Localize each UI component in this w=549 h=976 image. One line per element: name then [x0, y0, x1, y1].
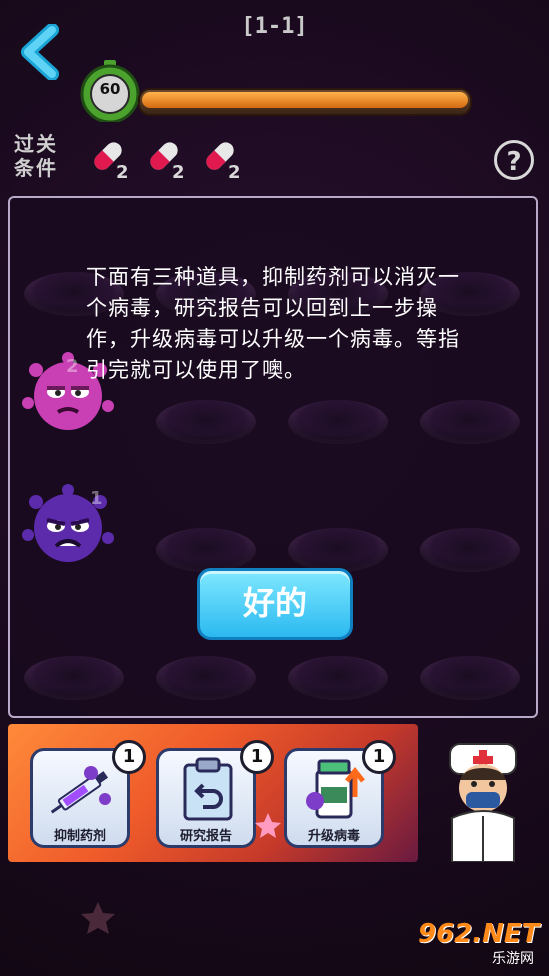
tutorial-dialog-text: 下面有三种道具，抑制药剂可以消灭一个病毒，研究报告可以回到上一步操作，升级病毒可… [86, 265, 460, 382]
tool-label: 研究报告 [179, 829, 232, 844]
pass-conditions-text: 过关 条件 [14, 132, 58, 180]
empty-slot[interactable] [156, 528, 256, 572]
watermark-sub: 乐游网 [492, 951, 534, 967]
doctor-character-icon [449, 743, 517, 862]
syringe-icon [50, 766, 111, 814]
star-icon [81, 902, 115, 934]
time-progress-fill [142, 92, 468, 108]
site-watermark: 962.NET 乐游网 [418, 920, 544, 968]
upgrade-bottle-icon [306, 759, 365, 819]
help-button[interactable]: ? [494, 140, 534, 180]
virus-level: 2 [66, 356, 79, 377]
tool-label: 抑制药剂 [53, 829, 106, 844]
empty-slot[interactable] [420, 656, 520, 700]
empty-slot[interactable] [288, 400, 388, 444]
condition-pills: 2 2 2 [86, 134, 286, 188]
watermark-main: 962.NET [418, 919, 540, 949]
empty-slot[interactable] [156, 400, 256, 444]
pill-count: 2 [228, 162, 241, 183]
ok-button[interactable]: 好的 [197, 568, 353, 640]
pass-conditions-label: 过关 条件 [14, 132, 74, 180]
timer-value: 60 [99, 80, 121, 98]
empty-slot[interactable] [420, 400, 520, 444]
tool-count-badge: 1 [112, 740, 146, 774]
purple-virus-icon[interactable] [18, 480, 118, 570]
empty-slot[interactable] [24, 656, 124, 700]
tool-count-badge: 1 [362, 740, 396, 774]
clipboard-undo-icon [183, 757, 233, 821]
level-indicator: [1-1] [241, 14, 308, 39]
tool-count-badge: 1 [240, 740, 274, 774]
pink-star-icon [255, 813, 281, 838]
empty-slot[interactable] [420, 528, 520, 572]
time-progress-bar [138, 88, 472, 116]
tool-label: 升级病毒 [307, 829, 360, 844]
empty-slot[interactable] [156, 656, 256, 700]
pill-count: 2 [172, 162, 185, 183]
pill-count: 2 [116, 162, 129, 183]
empty-slot[interactable] [288, 528, 388, 572]
empty-slot[interactable] [288, 656, 388, 700]
virus-level: 1 [90, 488, 103, 509]
